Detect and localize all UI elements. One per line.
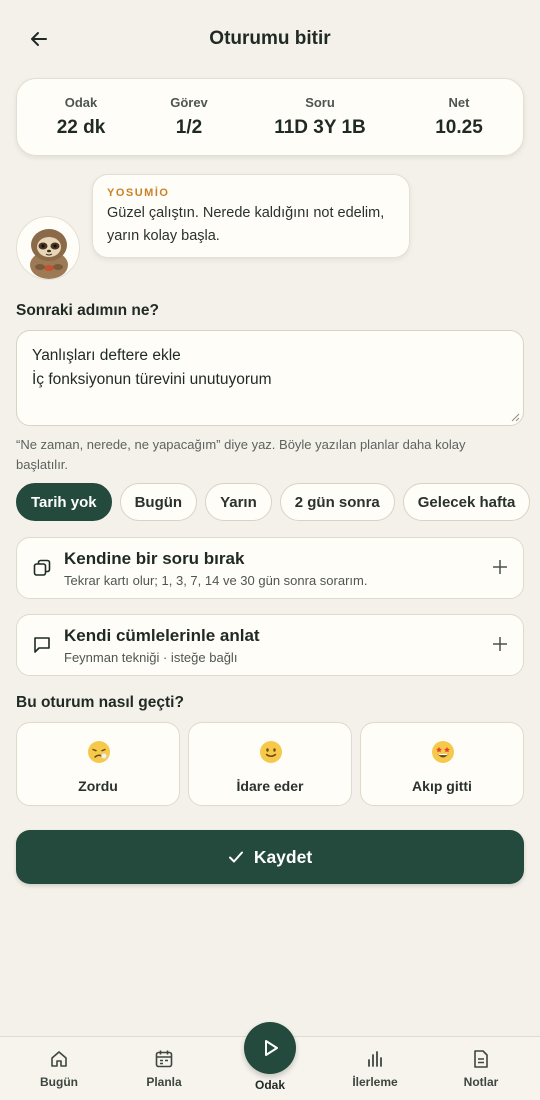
mascot-name: YOSUMİO <box>107 187 170 199</box>
plus-icon <box>493 637 507 651</box>
stat-task: Görev 1/2 <box>129 95 249 139</box>
chip-tomorrow[interactable]: Yarın <box>205 483 272 521</box>
mood-title: Bu oturum nasıl geçti? <box>16 694 184 711</box>
tab-notes[interactable]: Notlar <box>431 1037 531 1100</box>
mood-label: Akıp gitti <box>412 778 472 794</box>
option-subtitle: Feynman tekniği · isteğe bağlı <box>64 650 238 665</box>
stat-value: 10.25 <box>435 117 483 138</box>
sloth-mascot-icon <box>30 229 68 279</box>
chip-next-week[interactable]: Gelecek hafta <box>402 483 531 521</box>
chip-today[interactable]: Bugün <box>119 483 198 521</box>
chip-in-2-days[interactable]: 2 gün sonra <box>279 483 395 521</box>
mascot-avatar <box>16 216 80 280</box>
mood-label: İdare eder <box>236 778 304 794</box>
tab-label: Planla <box>146 1075 182 1089</box>
tired-face-icon <box>88 741 110 763</box>
stat-label: Görev <box>170 95 208 110</box>
note-line: İç fonksiyonun türevini unutuyorum <box>32 371 272 388</box>
stat-focus: Odak 22 dk <box>21 95 141 139</box>
stat-value: 11D 3Y 1B <box>274 117 366 138</box>
next-step-hint: “Ne zaman, nerede, ne yapacağım” diye ya… <box>16 435 524 475</box>
next-step-title: Sonraki adımın ne? <box>16 302 159 319</box>
option-title: Kendine bir soru bırak <box>64 549 245 568</box>
mood-okay[interactable]: İdare eder <box>188 722 352 806</box>
session-stats-card: Odak 22 dk Görev 1/2 Soru 11D 3Y 1B Net … <box>16 78 524 156</box>
stat-label: Soru <box>305 95 335 110</box>
option-title: Kendi cümlelerinle anlat <box>64 626 260 645</box>
next-step-textarea[interactable]: Yanlışları deftere ekle İç fonksiyonun t… <box>16 330 524 426</box>
plus-icon <box>493 560 507 574</box>
header: Oturumu bitir <box>0 0 540 78</box>
mood-label: Zordu <box>78 778 118 794</box>
document-icon <box>474 1050 488 1068</box>
explain-own-words-card[interactable]: Kendi cümlelerinle anlat Feynman tekniği… <box>16 614 524 676</box>
star-struck-icon <box>432 741 454 763</box>
tab-plan[interactable]: Planla <box>114 1037 214 1100</box>
stat-label: Odak <box>64 95 98 110</box>
option-subtitle: Tekrar kartı olur; 1, 3, 7, 14 ve 30 gün… <box>64 573 368 588</box>
copy-icon <box>33 559 51 576</box>
tab-focus-label: Odak <box>254 1078 285 1092</box>
tab-progress[interactable]: İlerleme <box>325 1037 425 1100</box>
tab-label: İlerleme <box>352 1075 398 1089</box>
mascot-message-line: yarın kolay başla. <box>107 228 220 244</box>
tab-label: Notlar <box>463 1075 499 1089</box>
tab-today[interactable]: Bugün <box>9 1037 109 1100</box>
play-icon <box>265 1040 278 1056</box>
chip-no-date[interactable]: Tarih yok <box>16 483 112 521</box>
mascot-message: Güzel çalıştın. Nerede kaldığını not ede… <box>107 202 395 248</box>
date-chips: Tarih yok Bugün Yarın 2 gün sonra Gelece… <box>16 483 531 521</box>
page-title: Oturumu bitir <box>209 28 331 49</box>
stat-questions: Soru 11D 3Y 1B <box>260 95 380 139</box>
resize-handle-icon[interactable] <box>510 412 520 422</box>
tab-label: Bugün <box>40 1075 78 1089</box>
tab-focus-button[interactable] <box>244 1022 296 1074</box>
stat-value: 1/2 <box>175 117 203 138</box>
stat-value: 22 dk <box>56 117 106 138</box>
save-button-label: Kaydet <box>253 846 313 867</box>
stat-label: Net <box>448 95 470 110</box>
mood-hard[interactable]: Zordu <box>16 722 180 806</box>
chat-bubble-icon <box>34 637 50 653</box>
leave-question-card[interactable]: Kendine bir soru bırak Tekrar kartı olur… <box>16 537 524 599</box>
slight-smile-icon <box>260 741 282 763</box>
mascot-message-line: Güzel çalıştın. Nerede kaldığını not ede… <box>107 205 385 221</box>
calendar-icon <box>155 1050 173 1068</box>
mood-smooth[interactable]: Akıp gitti <box>360 722 524 806</box>
mascot-speech-bubble: YOSUMİO Güzel çalıştın. Nerede kaldığını… <box>92 174 410 258</box>
save-button[interactable]: Kaydet <box>16 830 524 884</box>
stat-net: Net 10.25 <box>399 95 519 139</box>
hint-line: başlatılır. <box>16 457 69 472</box>
check-icon <box>228 851 243 863</box>
hint-line: “Ne zaman, nerede, ne yapacağım” diye ya… <box>16 437 466 452</box>
home-icon <box>51 1051 67 1067</box>
bar-chart-icon <box>368 1051 382 1067</box>
note-line: Yanlışları deftere ekle <box>32 347 181 364</box>
